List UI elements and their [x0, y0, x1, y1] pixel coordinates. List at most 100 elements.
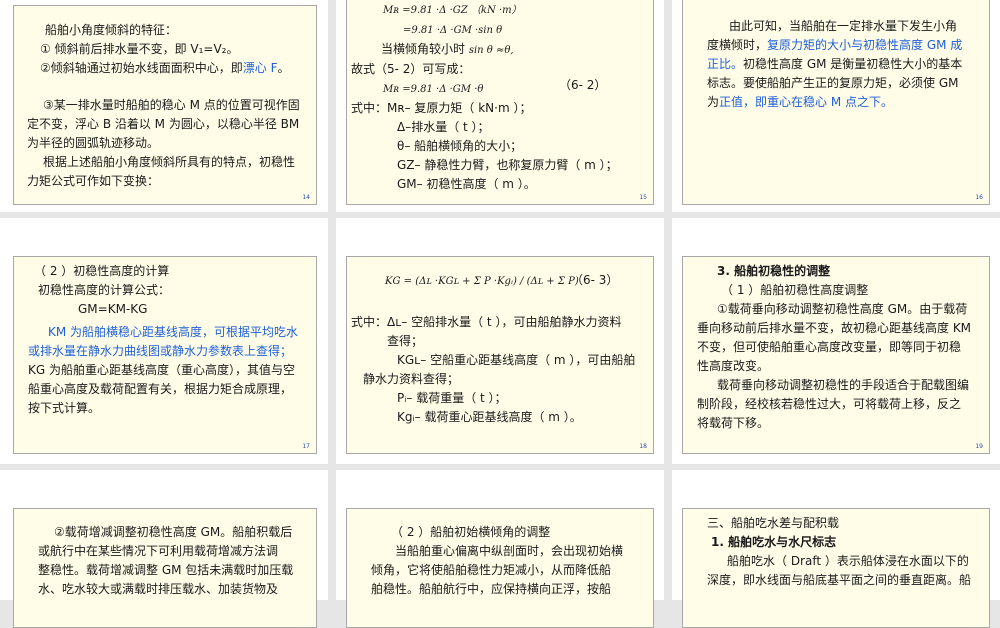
slide-line: Pᵢ– 载荷重量（ t ）； — [351, 389, 651, 408]
slide-line: （ 2 ）初稳性高度的计算 — [28, 262, 316, 281]
slide-line: 式中：Mʀ– 复原力矩（ kN·m ）； — [351, 99, 651, 118]
slide-line: ① 倾斜前后排水量不变，即 V₁=V₂。 — [27, 40, 316, 59]
text-run: 按下式计算。 — [28, 401, 101, 415]
slide-number: 17 — [302, 443, 310, 450]
slide-line: 或排水量在静水力曲线图或静水力参数表上查得； — [28, 342, 316, 361]
slide-line: 舶稳性。船舶航行中，应保持横向正浮，按船 — [371, 580, 651, 599]
text-run: KG 为船舶重心距基线高度（重心高度），其值与空 — [28, 363, 295, 377]
slide-line: KM 为船舶横稳心距基线高度，可根据平均吃水 — [28, 323, 316, 342]
text-run: （6- 2） — [559, 78, 607, 92]
slide-tile-14[interactable]: 船舶小角度倾斜的特征： ① 倾斜前后排水量不变，即 V₁=V₂。 ②倾斜轴通过初… — [0, 0, 328, 212]
text-run: ③某一排水量时船舶的稳心 M 点的位置可视作固 — [43, 98, 300, 112]
section-heading: 1. 船舶吃水与水尺标志 — [707, 533, 989, 552]
slide-line: GM– 初稳性高度（ m ）。 — [351, 175, 651, 194]
text-run: ①载荷垂向移动调整初稳性高度 GM。由于载荷 — [717, 302, 968, 316]
slide-line: 为半径的圆弧轨迹移动。 — [27, 134, 316, 153]
slide-tile-21[interactable]: （ 2 ）船舶初始横倾角的调整 当船舶重心偏离中纵剖面时，会出现初始横 倾角，它… — [336, 470, 664, 628]
text-run: 载荷垂向移动调整初稳性的手段适合于配载图编 — [717, 378, 970, 392]
text-run: 船重心高度及载荷配置有关，根据力矩合成原理， — [28, 382, 293, 396]
text-run: 不变，但可使船舶重心高度改变量，即等同于初稳 — [697, 340, 962, 354]
text-run: sin θ ≈θ, — [468, 45, 514, 56]
slide-line: Kgᵢ– 载荷重心距基线高度（ m ）。 — [351, 408, 651, 427]
slide-line: 查得； — [351, 332, 651, 351]
text-run: 正值，即重心在稳心 M 点之下。 — [719, 95, 893, 109]
text-run: （ 2 ）初稳性高度的计算 — [34, 264, 170, 278]
slide-line: 将载荷下移。 — [697, 414, 989, 433]
text-run: 当船舶重心偏离中纵剖面时，会出现初始横 — [395, 544, 624, 558]
text-run: 初稳性高度 GM 是衡量初稳性大小的基本 — [743, 57, 963, 71]
text-run: Pᵢ– 载荷重量（ t ）； — [397, 391, 507, 405]
text-run: 3. 船舶初稳性的调整 — [717, 264, 831, 278]
slide-line: 垂向移动前后排水量不变，故初稳心距基线高度 KM — [697, 319, 989, 338]
slide-line: 度横倾时，复原力矩的大小与初稳性高度 GM 成 — [707, 36, 987, 55]
slide-line: 倾角，它将使船舶稳性力矩减小，从而降低船 — [371, 561, 651, 580]
slide-tile-16[interactable]: 由此可知，当船舶在一定排水量下发生小角 度横倾时，复原力矩的大小与初稳性高度 G… — [672, 0, 1000, 212]
slide-line: 静水力资料查得； — [351, 370, 651, 389]
slide-line: 初稳性高度的计算公式： — [28, 281, 316, 300]
slide-card: ②载荷增减调整初稳性高度 GM。船舶积载后 或航行中在某些情况下可利用载荷增减方… — [13, 508, 317, 628]
slide-card: 由此可知，当船舶在一定排水量下发生小角 度横倾时，复原力矩的大小与初稳性高度 G… — [682, 0, 990, 205]
slide-line: ②载荷增减调整初稳性高度 GM。船舶积载后 — [38, 523, 316, 542]
text-run: Mʀ =9.81 ·Δ ·GZ （kN ·m） — [383, 5, 522, 16]
text-run: ① 倾斜前后排水量不变，即 V₁=V₂。 — [40, 42, 239, 56]
slide-card: （ 2 ）船舶初始横倾角的调整 当船舶重心偏离中纵剖面时，会出现初始横 倾角，它… — [346, 508, 654, 628]
slide-tile-15[interactable]: Mʀ =9.81 ·Δ ·GZ （kN ·m） =9.81 ·Δ ·GM ·si… — [336, 0, 664, 212]
slide-line: （ 2 ）船舶初始横倾角的调整 — [371, 523, 651, 542]
slide-line: 或航行中在某些情况下可利用载荷增减方法调 — [38, 542, 316, 561]
slide-tile-22[interactable]: 三、船舶吃水差与配积载 1. 船舶吃水与水尺标志 船舶吃水（ Draft ）表示… — [672, 470, 1000, 628]
text-run: KM 为船舶横稳心距基线高度，可根据平均吃水 — [48, 325, 299, 339]
text-run: 舶稳性。船舶航行中，应保持横向正浮，按船 — [371, 582, 612, 596]
slide-number: 18 — [639, 443, 647, 450]
text-run: Δ–排水量（ t ）； — [397, 120, 490, 134]
slide-line: 制阶段，经校核若稳性过大，可将载荷上移，反之 — [697, 395, 989, 414]
slide-line: GZ– 静稳性力臂，也称复原力臂（ m ）； — [351, 156, 651, 175]
slide-number: 16 — [975, 194, 983, 201]
section-heading: 三、船舶吃水差与配积载 — [707, 514, 989, 533]
slide-card: KG = (Δʟ ·KGʟ + Σ P ·Kgᵢ) / (Δʟ + Σ P) （… — [346, 256, 654, 454]
text-run: ②倾斜轴通过初始水线面面积中心，即 — [40, 61, 243, 75]
text-run: 深度，即水线面与船底基平面之间的垂直距离。船 — [707, 573, 972, 587]
slide-line: GM=KM-KG — [28, 300, 316, 319]
text-run: 或航行中在某些情况下可利用载荷增减方法调 — [38, 544, 279, 558]
text-run: 制阶段，经校核若稳性过大，可将载荷上移，反之 — [697, 397, 962, 411]
slide-line: 为正值，即重心在稳心 M 点之下。 — [707, 93, 987, 112]
text-run: （6- 3） — [571, 273, 619, 287]
text-run: 或排水量在静水力曲线图或静水力参数表上查得； — [28, 344, 293, 358]
slide-number: 19 — [975, 443, 983, 450]
equation-number: （6- 3） — [571, 271, 618, 290]
text-run: 查得； — [387, 334, 424, 348]
slide-line: 由此可知，当船舶在一定排水量下发生小角 — [707, 17, 987, 36]
slide-sorter-grid: 船舶小角度倾斜的特征： ① 倾斜前后排水量不变，即 V₁=V₂。 ②倾斜轴通过初… — [0, 0, 1000, 628]
slide-tile-17[interactable]: （ 2 ）初稳性高度的计算 初稳性高度的计算公式： GM=KM-KG KM 为船… — [0, 218, 328, 464]
text-run: 定不变，浮心 B 沿着以 M 为圆心，以稳心半径 BM — [27, 117, 300, 131]
text-run: KGʟ– 空船重心距基线高度（ m ），可由船舶 — [397, 353, 636, 367]
slide-line: ③某一排水量时船舶的稳心 M 点的位置可视作固 — [27, 96, 316, 115]
text-run: 倾角，它将使船舶稳性力矩减小，从而降低船 — [371, 563, 612, 577]
slide-line: 按下式计算。 — [28, 399, 316, 418]
text-run: ②载荷增减调整初稳性高度 GM。船舶积载后 — [54, 525, 293, 539]
slide-tile-19[interactable]: 3. 船舶初稳性的调整 （ 1 ）船舶初稳性高度调整 ①载荷垂向移动调整初稳性高… — [672, 218, 1000, 464]
slide-line: 不变，但可使船舶重心高度改变量，即等同于初稳 — [697, 338, 989, 357]
slide-line: 船重心高度及载荷配置有关，根据力矩合成原理， — [28, 380, 316, 399]
slide-line: KG 为船舶重心距基线高度（重心高度），其值与空 — [28, 361, 316, 380]
slide-tile-20[interactable]: ②载荷增减调整初稳性高度 GM。船舶积载后 或航行中在某些情况下可利用载荷增减方… — [0, 470, 328, 628]
slide-card: （ 2 ）初稳性高度的计算 初稳性高度的计算公式： GM=KM-KG KM 为船… — [13, 256, 317, 454]
text-run: 船舶吃水（ Draft ）表示船体浸在水面以下的 — [727, 554, 969, 568]
text-run: 复原力矩的大小与初稳性高度 GM 成 — [767, 38, 963, 52]
text-run: 1. 船舶吃水与水尺标志 — [711, 535, 837, 549]
text-run: 根据上述船舶小角度倾斜所具有的特点，初稳性 — [43, 155, 296, 169]
text-run: 漂心 F — [242, 61, 278, 75]
text-run: KG = (Δʟ ·KGʟ + Σ P ·Kgᵢ) / (Δʟ + Σ P) — [385, 276, 579, 287]
slide-tile-18[interactable]: KG = (Δʟ ·KGʟ + Σ P ·Kgᵢ) / (Δʟ + Σ P) （… — [336, 218, 664, 464]
equation-number: （6- 2） — [559, 76, 606, 95]
formula-line: =9.81 ·Δ ·GM ·sin θ — [351, 20, 651, 40]
text-run: 船舶小角度倾斜的特征： — [45, 23, 178, 37]
slide-card: 三、船舶吃水差与配积载 1. 船舶吃水与水尺标志 船舶吃水（ Draft ）表示… — [682, 508, 990, 628]
slide-line: θ– 船舶横倾角的大小； — [351, 137, 651, 156]
slide-line: ①载荷垂向移动调整初稳性高度 GM。由于载荷 — [697, 300, 989, 319]
text-run: 力矩公式可作如下变换： — [27, 174, 160, 188]
text-run: GZ– 静稳性力臂，也称复原力臂（ m ）； — [397, 158, 618, 172]
text-run: GM=KM-KG — [78, 302, 148, 316]
slide-line: 根据上述船舶小角度倾斜所具有的特点，初稳性 — [27, 153, 316, 172]
slide-card: 船舶小角度倾斜的特征： ① 倾斜前后排水量不变，即 V₁=V₂。 ②倾斜轴通过初… — [13, 5, 317, 205]
